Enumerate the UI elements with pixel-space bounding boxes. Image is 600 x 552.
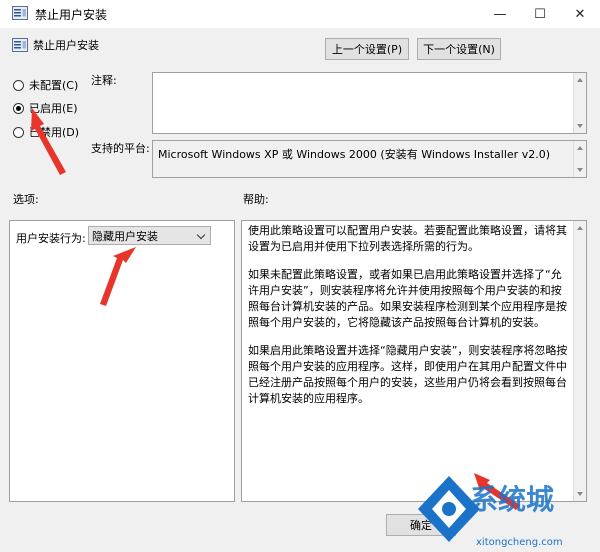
arrow-to-select-icon	[100, 247, 136, 306]
watermark-brand: 系统城	[470, 483, 555, 516]
arrow-to-enabled-icon	[31, 108, 66, 175]
watermark-domain: xitongcheng.com	[476, 537, 563, 548]
annotation-arrows	[31, 108, 520, 510]
